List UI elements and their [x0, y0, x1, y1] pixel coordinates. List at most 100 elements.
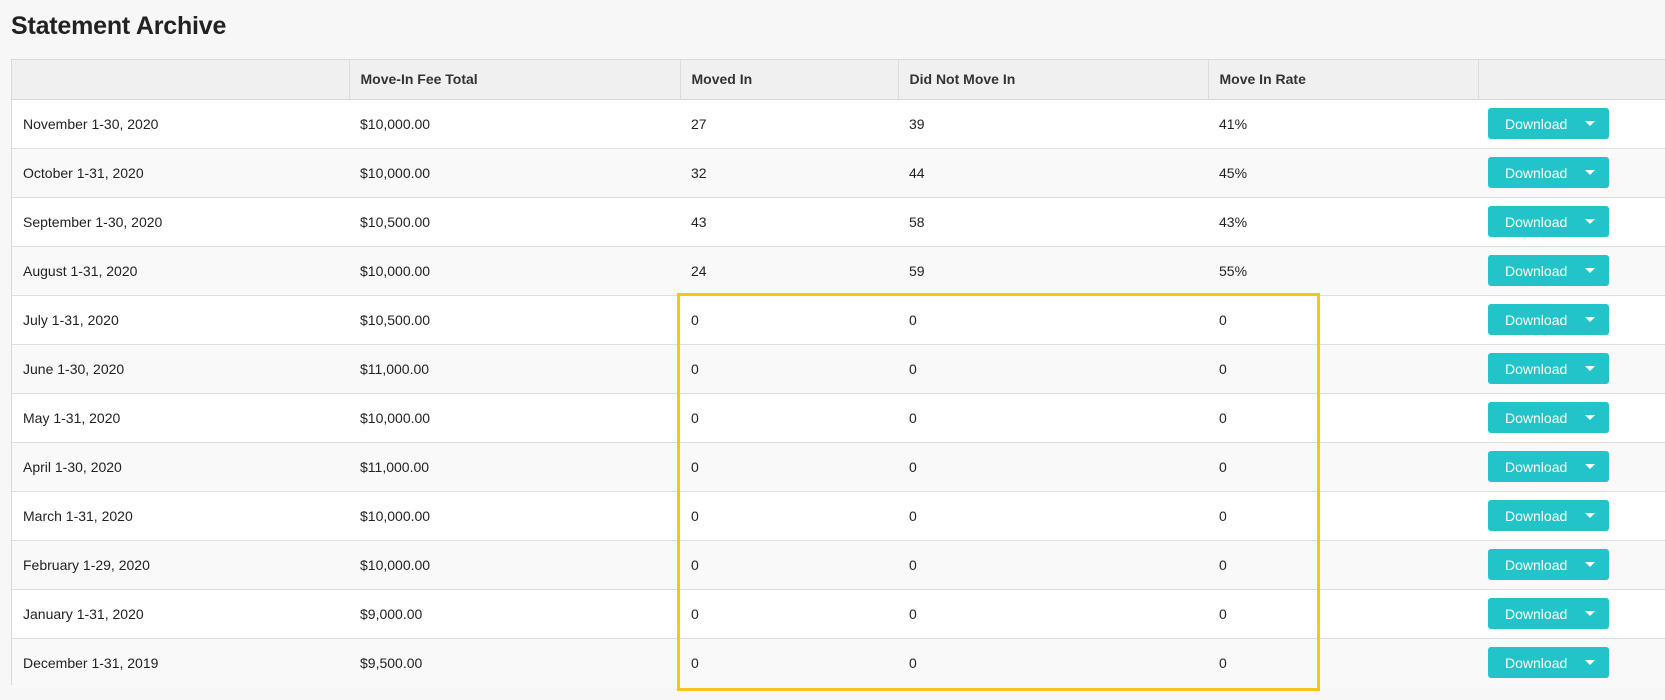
move-in-rate-cell: 0	[1219, 409, 1227, 426]
move-in-fee-cell: $10,000.00	[360, 507, 431, 524]
download-button[interactable]: Download	[1488, 451, 1609, 482]
did-not-move-in-cell: 0	[909, 458, 917, 475]
column-header-moved-in: Moved In	[680, 60, 899, 100]
table-row: January 1-31, 2020 $9,000.00 0 0 0 Downl…	[12, 589, 1665, 638]
did-not-move-in-cell: 39	[909, 115, 925, 132]
move-in-fee-cell: $9,000.00	[360, 605, 423, 622]
chevron-down-icon[interactable]	[1585, 366, 1595, 371]
table-row: February 1-29, 2020 $10,000.00 0 0 0 Dow…	[12, 540, 1665, 589]
table-row: August 1-31, 2020 $10,000.00 24 59 55% D…	[12, 246, 1665, 295]
actions-cell: Download	[1478, 491, 1665, 540]
period-cell: March 1-31, 2020	[23, 507, 133, 524]
chevron-down-icon[interactable]	[1585, 317, 1595, 322]
download-button[interactable]: Download	[1488, 206, 1609, 237]
actions-cell: Download	[1478, 99, 1665, 148]
move-in-rate-cell: 0	[1219, 507, 1227, 524]
period-cell: July 1-31, 2020	[23, 311, 119, 328]
table-row: June 1-30, 2020 $11,000.00 0 0 0 Downloa…	[12, 344, 1665, 393]
chevron-down-icon[interactable]	[1585, 268, 1595, 273]
chevron-down-icon[interactable]	[1585, 415, 1595, 420]
moved-in-cell: 32	[691, 164, 707, 181]
download-button[interactable]: Download	[1488, 647, 1609, 679]
table-header: Move-In Fee Total Moved In Did Not Move …	[12, 60, 1665, 100]
column-header-period	[12, 60, 350, 100]
period-cell: June 1-30, 2020	[23, 360, 125, 377]
chevron-down-icon[interactable]	[1585, 219, 1595, 224]
period-cell: April 1-30, 2020	[23, 458, 122, 475]
actions-cell: Download	[1478, 393, 1665, 442]
move-in-fee-cell: $11,000.00	[360, 360, 430, 377]
download-button-label: Download	[1505, 115, 1568, 132]
move-in-fee-cell: $11,000.00	[360, 458, 430, 475]
download-button[interactable]: Download	[1488, 304, 1609, 335]
move-in-fee-cell: $10,000.00	[360, 556, 431, 573]
table-row: May 1-31, 2020 $10,000.00 0 0 0 Download	[12, 393, 1665, 442]
download-button-label: Download	[1505, 164, 1568, 181]
did-not-move-in-cell: 0	[909, 507, 917, 524]
chevron-down-icon[interactable]	[1585, 513, 1595, 518]
download-button-label: Download	[1505, 458, 1568, 475]
actions-cell: Download	[1478, 540, 1665, 589]
did-not-move-in-cell: 44	[909, 164, 925, 181]
period-cell: May 1-31, 2020	[23, 409, 121, 426]
moved-in-cell: 0	[691, 409, 699, 426]
download-button-label: Download	[1505, 213, 1568, 230]
move-in-rate-cell: 0	[1219, 654, 1227, 671]
download-button-label: Download	[1505, 311, 1568, 328]
did-not-move-in-cell: 0	[909, 409, 917, 426]
actions-cell: Download	[1478, 148, 1665, 197]
chevron-down-icon[interactable]	[1585, 562, 1595, 567]
move-in-rate-cell: 41%	[1219, 115, 1248, 132]
period-cell: January 1-31, 2020	[23, 605, 144, 622]
download-button[interactable]: Download	[1488, 157, 1609, 188]
table-row: March 1-31, 2020 $10,000.00 0 0 0 Downlo…	[12, 491, 1665, 540]
download-button[interactable]: Download	[1488, 598, 1609, 629]
download-button[interactable]: Download	[1488, 500, 1609, 531]
statement-table-container: Move-In Fee Total Moved In Did Not Move …	[11, 59, 1665, 687]
move-in-rate-cell: 0	[1219, 556, 1227, 573]
download-button-label: Download	[1505, 654, 1568, 671]
did-not-move-in-cell: 0	[909, 311, 917, 328]
moved-in-cell: 27	[691, 115, 707, 132]
actions-cell: Download	[1478, 295, 1665, 344]
move-in-rate-cell: 0	[1219, 605, 1227, 622]
moved-in-cell: 0	[691, 507, 699, 524]
table-row: April 1-30, 2020 $11,000.00 0 0 0 Downlo…	[12, 442, 1665, 491]
moved-in-cell: 0	[691, 360, 699, 377]
move-in-fee-cell: $10,000.00	[360, 262, 431, 279]
download-button[interactable]: Download	[1488, 108, 1609, 139]
chevron-down-icon[interactable]	[1585, 464, 1595, 469]
actions-cell: Download	[1478, 442, 1665, 491]
actions-cell: Download	[1478, 638, 1665, 687]
download-button[interactable]: Download	[1488, 549, 1609, 580]
table-row: November 1-30, 2020 $10,000.00 27 39 41%…	[12, 99, 1665, 148]
did-not-move-in-cell: 0	[909, 556, 917, 573]
table-row: December 1-31, 2019 $9,500.00 0 0 0 Down…	[12, 638, 1665, 687]
period-cell: September 1-30, 2020	[23, 213, 163, 230]
did-not-move-in-cell: 0	[909, 654, 917, 671]
actions-cell: Download	[1478, 344, 1665, 393]
statement-archive-page: Statement Archive Move-In Fee Total Move…	[0, 0, 1665, 700]
chevron-down-icon[interactable]	[1585, 611, 1595, 616]
download-button[interactable]: Download	[1488, 353, 1609, 384]
move-in-fee-cell: $10,500.00	[360, 311, 431, 328]
chevron-down-icon[interactable]	[1585, 660, 1595, 666]
download-button-label: Download	[1505, 360, 1568, 377]
chevron-down-icon[interactable]	[1585, 170, 1595, 175]
did-not-move-in-cell: 59	[909, 262, 925, 279]
move-in-rate-cell: 45%	[1219, 164, 1248, 181]
column-header-move-in-rate: Move In Rate	[1208, 60, 1479, 100]
moved-in-cell: 43	[691, 213, 707, 230]
period-cell: February 1-29, 2020	[23, 556, 150, 573]
period-cell: August 1-31, 2020	[23, 262, 138, 279]
download-button[interactable]: Download	[1488, 255, 1609, 286]
chevron-down-icon[interactable]	[1585, 121, 1595, 126]
move-in-rate-cell: 55%	[1219, 262, 1248, 279]
move-in-fee-cell: $10,000.00	[360, 115, 431, 132]
table-row: October 1-31, 2020 $10,000.00 32 44 45% …	[12, 148, 1665, 197]
period-cell: October 1-31, 2020	[23, 164, 144, 181]
download-button[interactable]: Download	[1488, 402, 1609, 433]
download-button-label: Download	[1505, 262, 1568, 279]
download-button-label: Download	[1505, 507, 1568, 524]
statement-table: Move-In Fee Total Moved In Did Not Move …	[12, 60, 1665, 687]
